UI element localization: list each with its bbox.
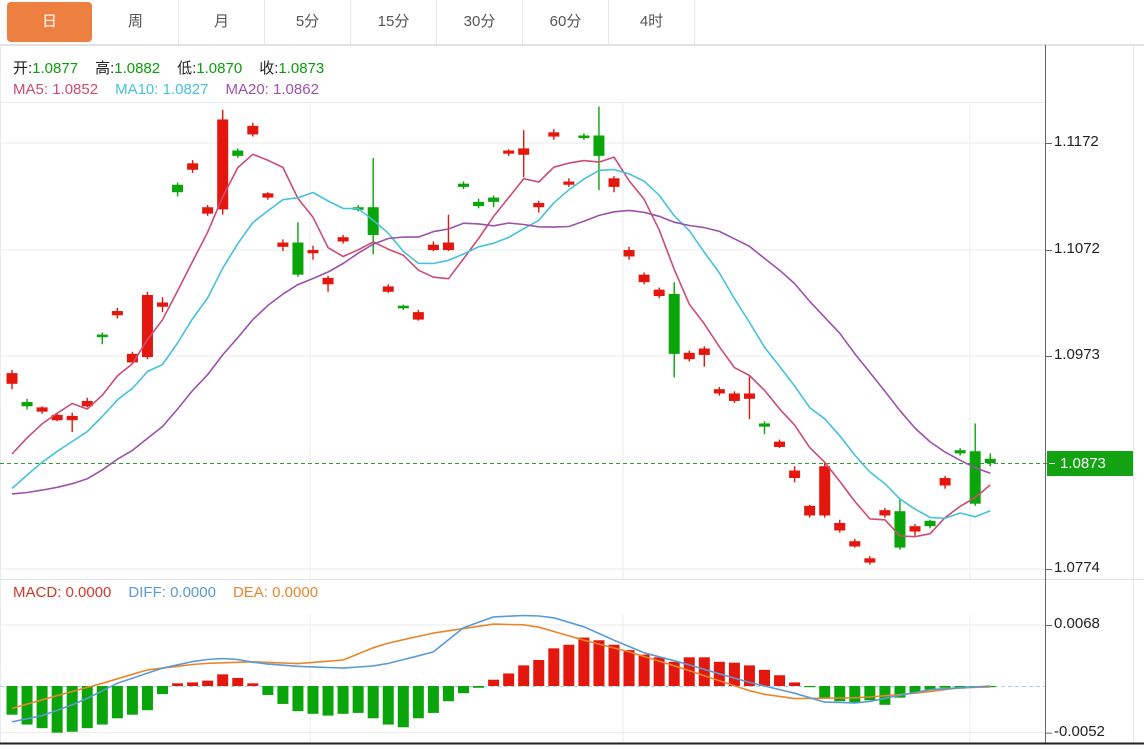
low-value: 1.0870 — [196, 60, 242, 77]
tab-period-6[interactable]: 60分 — [523, 0, 609, 44]
ma20-label: MA20: — [226, 81, 269, 98]
open-group: 开:1.0877 — [13, 57, 78, 78]
current-price-tag: 1.0873 — [1047, 451, 1133, 476]
tab-period-0[interactable]: 日 — [7, 2, 92, 42]
low-label: 低: — [177, 60, 196, 77]
macd-histogram — [7, 638, 996, 733]
candlestick-chart[interactable] — [0, 0, 1144, 750]
tab-period-4[interactable]: 15分 — [351, 0, 437, 44]
open-value: 1.0877 — [32, 60, 78, 77]
axis-tick-label: 1.1072 — [1054, 240, 1140, 257]
macd-legend: MACD: 0.0000 DIFF: 0.0000 DEA: 0.0000 — [13, 584, 335, 601]
macd-group: MACD: 0.0000 — [13, 584, 111, 601]
ma5-line — [12, 154, 990, 536]
axis-tick-label: 1.0774 — [1054, 559, 1140, 576]
macd-value: 0.0000 — [66, 584, 112, 601]
axis-tick-label: -0.0052 — [1054, 723, 1140, 740]
ohlc-legend: 开:1.0877 高:1.0882 低:1.0870 收:1.0873 — [13, 57, 341, 78]
ma5-group: MA5: 1.0852 — [13, 81, 98, 98]
trading-chart-app: { "tabs": [ {"label": "日", "active": tru… — [0, 0, 1144, 750]
ma20-value: 1.0862 — [273, 81, 319, 98]
tab-period-2[interactable]: 月 — [179, 0, 265, 44]
ma20-group: MA20: 1.0862 — [226, 81, 319, 98]
axis-tick-label: 0.0068 — [1054, 615, 1140, 632]
ma10-value: 1.0827 — [163, 81, 209, 98]
axis-tick-label: 1.0973 — [1054, 346, 1140, 363]
high-label: 高: — [95, 60, 114, 77]
open-label: 开: — [13, 60, 32, 77]
tab-period-3[interactable]: 5分 — [265, 0, 351, 44]
close-value: 1.0873 — [278, 60, 324, 77]
ma20-line — [12, 210, 990, 494]
gridlines — [0, 45, 1144, 743]
close-group: 收:1.0873 — [259, 57, 324, 78]
tab-period-1[interactable]: 周 — [93, 0, 179, 44]
low-group: 低:1.0870 — [177, 57, 242, 78]
ma-legend: MA5: 1.0852 MA10: 1.0827 MA20: 1.0862 — [13, 81, 336, 98]
ma5-label: MA5: — [13, 81, 48, 98]
candles — [7, 107, 996, 565]
tab-period-7[interactable]: 4时 — [609, 0, 695, 44]
diff-line — [12, 616, 990, 722]
close-label: 收: — [259, 60, 278, 77]
diff-value: 0.0000 — [170, 584, 216, 601]
tab-bar: 日周月5分15分30分60分4时 — [0, 0, 1144, 45]
dea-value: 0.0000 — [272, 584, 318, 601]
diff-group: DIFF: 0.0000 — [128, 584, 216, 601]
ma10-label: MA10: — [115, 81, 158, 98]
high-group: 高:1.0882 — [95, 57, 160, 78]
macd-label: MACD: — [13, 584, 61, 601]
dea-label: DEA: — [233, 584, 268, 601]
axis-tick-label: 1.1172 — [1054, 133, 1140, 150]
ma10-group: MA10: 1.0827 — [115, 81, 208, 98]
dea-group: DEA: 0.0000 — [233, 584, 318, 601]
diff-label: DIFF: — [128, 584, 166, 601]
high-value: 1.0882 — [114, 60, 160, 77]
ma5-value: 1.0852 — [52, 81, 98, 98]
ma10-line — [12, 170, 990, 519]
tab-period-5[interactable]: 30分 — [437, 0, 523, 44]
axes — [0, 45, 1144, 744]
